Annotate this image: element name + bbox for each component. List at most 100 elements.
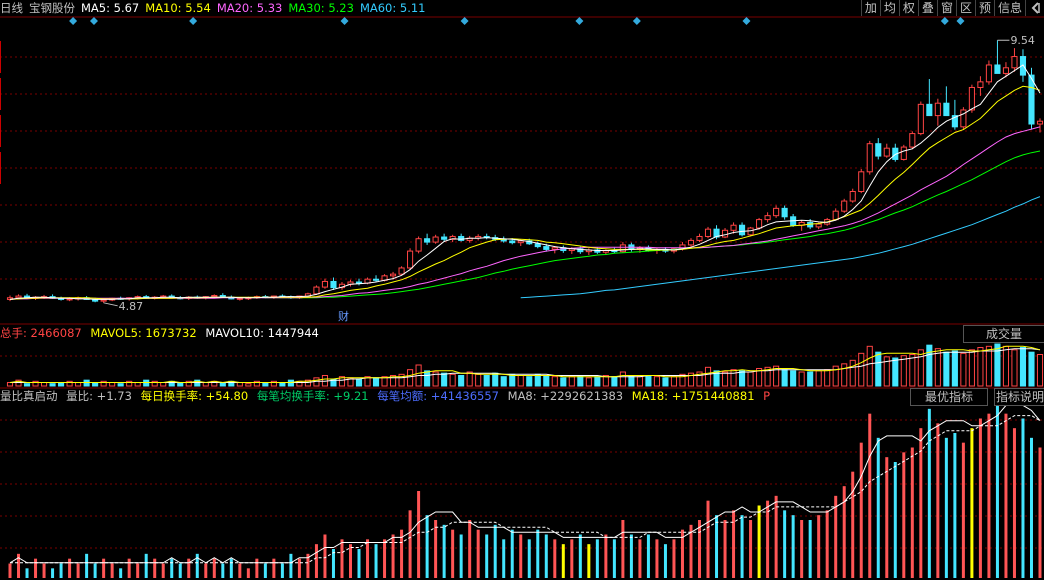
indicator-bar (442, 524, 446, 578)
high-price-label: 9.54 (1010, 34, 1035, 47)
indicator-bar (289, 553, 293, 578)
indicator-bar (34, 558, 38, 578)
ma8-value: MA8: +2292621383 (507, 389, 624, 403)
indicator-bar (859, 442, 863, 578)
indicator-bar (459, 534, 463, 578)
volume-bar (560, 377, 567, 387)
volume-bar (1028, 351, 1035, 387)
finance-marker: 财 (338, 309, 349, 323)
indicator-bar (595, 539, 599, 578)
event-diamond-icon (460, 17, 469, 25)
indicator-bar (110, 563, 114, 578)
candle-body (994, 64, 1001, 74)
volume-bar (441, 372, 448, 387)
indicator-bar (519, 534, 523, 578)
candle-body (390, 273, 397, 277)
indicator-bar (468, 520, 472, 578)
indicator-bar (102, 558, 106, 578)
volume-bar (747, 371, 754, 387)
candle-body (551, 247, 558, 250)
indicator-bar (987, 413, 991, 578)
volume-bar (858, 352, 865, 387)
indicator-bar (272, 558, 276, 578)
indicator-bar (961, 442, 965, 578)
indicator-bar (85, 553, 89, 578)
indicator-bar (314, 544, 318, 578)
low-price-label: 4.87 (119, 300, 143, 313)
volume-bar (245, 383, 252, 387)
candle-body (883, 147, 890, 157)
volume-bar (670, 376, 678, 387)
candle-body (875, 143, 882, 157)
indicator-bar (1012, 428, 1016, 578)
volume-bar (262, 382, 269, 387)
volume-bar (355, 378, 363, 387)
best-indicator-tab[interactable]: 最优指标 (910, 388, 988, 406)
event-diamond-icon (575, 17, 584, 25)
indicator-bar (834, 495, 838, 578)
indicator-bar (953, 433, 957, 578)
indicator-bar (766, 500, 770, 578)
event-diamond-icon (956, 17, 965, 25)
indicator-bar (187, 558, 191, 578)
indicator-bar (893, 462, 897, 578)
indicator-help-tab[interactable]: 指标说明 (994, 388, 1044, 406)
volume-bar (466, 371, 473, 387)
candle-body (704, 228, 712, 237)
candle-body (321, 280, 329, 288)
candle-body (1002, 67, 1010, 74)
kline-chart[interactable]: 9.54 4.87 财 (0, 0, 1044, 580)
volume-bar (372, 377, 380, 387)
candle-body (934, 102, 941, 117)
candle-body (781, 207, 788, 218)
candle-body (739, 224, 746, 236)
volume-bar (1019, 347, 1027, 387)
candle-body (15, 295, 22, 299)
volume-bar (909, 354, 916, 387)
volume-bar (109, 382, 116, 387)
indicator-bar (791, 515, 795, 578)
indicator-bar (851, 471, 855, 578)
indicator-bar (510, 529, 514, 578)
indicator-bar (246, 568, 250, 578)
event-diamond-icon (69, 17, 78, 25)
volume-bar (917, 349, 924, 387)
volume-bar (1011, 349, 1018, 387)
candle-body (943, 102, 950, 117)
indicator-bar (374, 544, 378, 578)
volume-bar (790, 370, 797, 387)
volume-bar (585, 377, 592, 387)
candle-body (619, 244, 626, 253)
volume-bar (49, 383, 56, 387)
volume-bar (662, 377, 669, 387)
indicator-bar (68, 558, 72, 578)
volume-bar (58, 382, 65, 387)
volume-bar (492, 372, 499, 387)
candle-body (866, 143, 873, 173)
volume-bar (424, 370, 431, 387)
candle-body (730, 224, 737, 231)
indicator-bar (553, 539, 557, 578)
indicator-bar (868, 413, 872, 578)
candle-body (764, 215, 771, 221)
indicator-bar (655, 539, 659, 578)
candle-body (458, 235, 465, 241)
indicator-legend: 量比真启动 量比: +1.73 每日换手率: +54.80 每笔均换手率: +9… (0, 389, 775, 404)
candle-body (1011, 56, 1018, 69)
indicator-bar (280, 563, 284, 578)
candle-body (398, 267, 405, 275)
indicator-bar (749, 520, 753, 578)
indicator-name: 量比真启动 (0, 389, 58, 403)
candle-body (849, 190, 856, 202)
volume-bar (977, 347, 984, 387)
volume-bar (807, 371, 814, 387)
candle-body (926, 103, 933, 117)
indicator-bar (732, 510, 736, 578)
candle-body (355, 281, 363, 284)
ma18-value: MA18: +1751440881 (631, 389, 755, 403)
volume-bar (721, 371, 729, 387)
indicator-bar (357, 549, 361, 578)
candle-body (917, 103, 924, 135)
volume-tab[interactable]: 成交量 (963, 325, 1044, 343)
indicator-bar (740, 515, 744, 578)
